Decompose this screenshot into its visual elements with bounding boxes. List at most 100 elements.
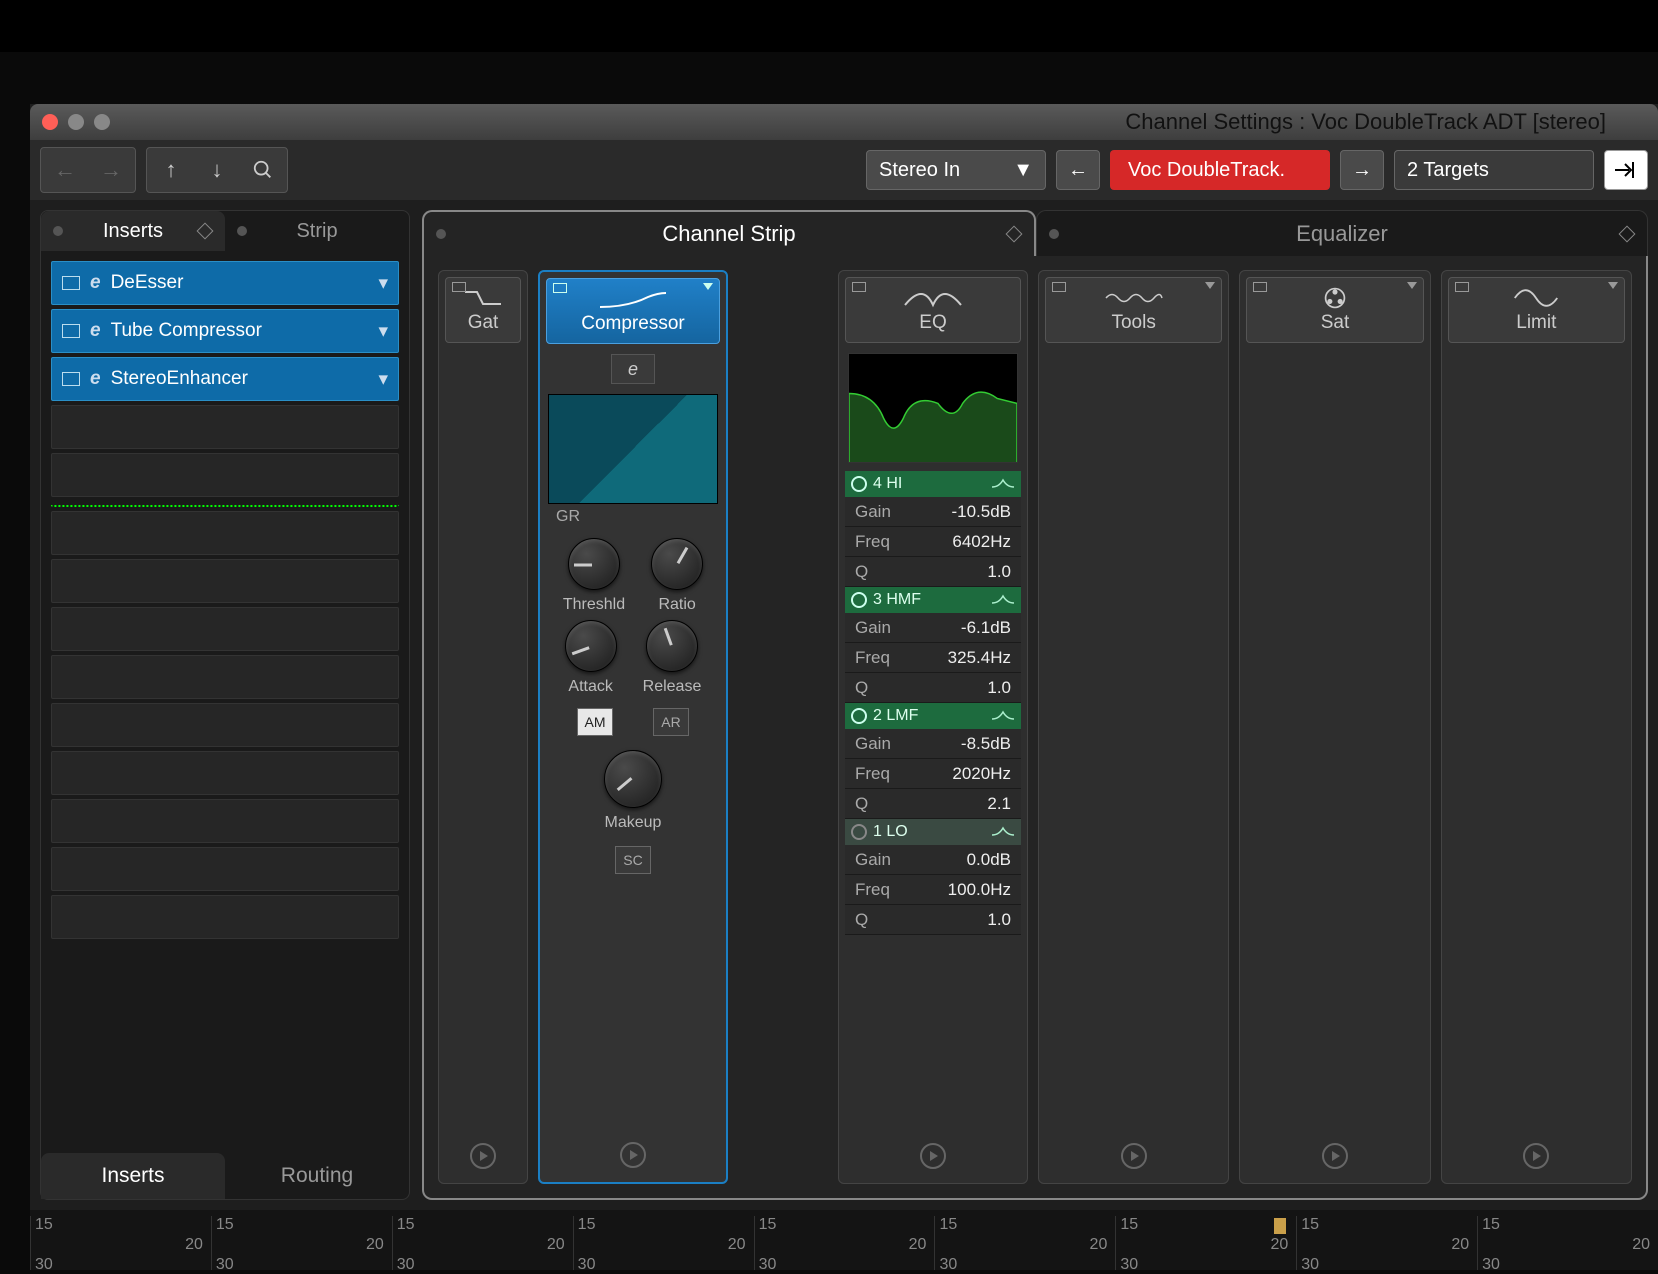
eq-band-1: 1 LO Gain0.0dB Freq100.0Hz Q1.0 bbox=[845, 819, 1021, 935]
ar-toggle[interactable]: AR bbox=[653, 708, 689, 736]
gain-reduction-display bbox=[548, 394, 718, 504]
makeup-knob[interactable] bbox=[604, 750, 662, 808]
play-icon[interactable] bbox=[470, 1143, 496, 1169]
threshold-knob[interactable] bbox=[568, 538, 620, 590]
power-icon[interactable] bbox=[851, 708, 867, 724]
bottom-tab-routing[interactable]: Routing bbox=[225, 1153, 409, 1199]
bottom-tab-inserts[interactable]: Inserts bbox=[41, 1153, 225, 1199]
bypass-icon[interactable] bbox=[62, 372, 80, 386]
release-knob[interactable] bbox=[646, 620, 698, 672]
bypass-icon[interactable] bbox=[62, 324, 80, 338]
eq-band-header[interactable]: 1 LO bbox=[845, 819, 1021, 845]
eq-gain-param[interactable]: Gain-8.5dB bbox=[845, 729, 1021, 759]
output-targets-select[interactable]: 2 Targets bbox=[1394, 150, 1594, 190]
insert-slot-empty[interactable] bbox=[51, 511, 399, 555]
chevron-down-icon[interactable]: ▾ bbox=[378, 272, 388, 295]
eq-q-param[interactable]: Q1.0 bbox=[845, 557, 1021, 587]
insert-slot-1[interactable]: e DeEsser ▾ bbox=[51, 261, 399, 305]
maximize-window-button[interactable] bbox=[94, 114, 110, 130]
edit-icon[interactable]: e bbox=[90, 272, 101, 294]
insert-slot-empty[interactable] bbox=[51, 655, 399, 699]
play-icon[interactable] bbox=[1121, 1143, 1147, 1169]
insert-slot-2[interactable]: e Tube Compressor ▾ bbox=[51, 309, 399, 353]
insert-slot-empty[interactable] bbox=[51, 405, 399, 449]
eq-freq-param[interactable]: Freq100.0Hz bbox=[845, 875, 1021, 905]
eq-q-param[interactable]: Q1.0 bbox=[845, 905, 1021, 935]
filter-shape-icon[interactable] bbox=[991, 825, 1015, 839]
compressor-header[interactable]: Compressor bbox=[546, 278, 720, 344]
move-up-button[interactable]: ↑ bbox=[149, 150, 193, 190]
output-chain-button[interactable] bbox=[1604, 150, 1648, 190]
eq-gain-param[interactable]: Gain-6.1dB bbox=[845, 613, 1021, 643]
eq-band-3: 3 HMF Gain-6.1dB Freq325.4Hz Q1.0 bbox=[845, 587, 1021, 703]
close-window-button[interactable] bbox=[42, 114, 58, 130]
nav-back-button[interactable]: ← bbox=[43, 150, 87, 190]
eq-freq-param[interactable]: Freq2020Hz bbox=[845, 759, 1021, 789]
search-button[interactable] bbox=[241, 150, 285, 190]
eq-header[interactable]: EQ bbox=[845, 277, 1021, 343]
insert-slot-empty[interactable] bbox=[51, 799, 399, 843]
module-tools[interactable]: Tools bbox=[1038, 270, 1229, 1184]
minimize-window-button[interactable] bbox=[68, 114, 84, 130]
play-icon[interactable] bbox=[920, 1143, 946, 1169]
input-go-button[interactable]: ← bbox=[1056, 150, 1100, 190]
gr-label: GR bbox=[556, 508, 580, 526]
eq-gain-param[interactable]: Gain0.0dB bbox=[845, 845, 1021, 875]
power-icon[interactable] bbox=[851, 592, 867, 608]
attack-knob[interactable] bbox=[565, 620, 617, 672]
timeline-ruler[interactable]: 152030 152030 152030 152030 152030 15203… bbox=[30, 1210, 1658, 1270]
power-icon[interactable] bbox=[851, 824, 867, 840]
chevron-down-icon[interactable]: ▾ bbox=[378, 320, 388, 343]
power-icon[interactable] bbox=[851, 476, 867, 492]
tab-equalizer[interactable]: Equalizer bbox=[1036, 210, 1648, 256]
insert-slot-3[interactable]: e StereoEnhancer ▾ bbox=[51, 357, 399, 401]
tab-inserts[interactable]: Inserts bbox=[41, 211, 225, 251]
insert-slot-empty[interactable] bbox=[51, 703, 399, 747]
eq-band-header[interactable]: 4 HI bbox=[845, 471, 1021, 497]
module-eq: EQ 4 HI Gain-10.5dB Freq6402Hz Q1.0 bbox=[838, 270, 1028, 1184]
eq-gain-param[interactable]: Gain-10.5dB bbox=[845, 497, 1021, 527]
sc-toggle[interactable]: SC bbox=[615, 846, 651, 874]
eq-q-param[interactable]: Q2.1 bbox=[845, 789, 1021, 819]
eq-curve-display[interactable] bbox=[848, 353, 1018, 463]
am-toggle[interactable]: AM bbox=[577, 708, 613, 736]
insert-slot-empty[interactable] bbox=[51, 895, 399, 939]
bypass-icon[interactable] bbox=[62, 276, 80, 290]
marker[interactable] bbox=[1274, 1218, 1286, 1234]
play-icon[interactable] bbox=[620, 1142, 646, 1168]
filter-shape-icon[interactable] bbox=[991, 709, 1015, 723]
nav-forward-button[interactable]: → bbox=[89, 150, 133, 190]
eq-q-param[interactable]: Q1.0 bbox=[845, 673, 1021, 703]
ratio-knob[interactable] bbox=[651, 538, 703, 590]
module-sat[interactable]: Sat bbox=[1239, 270, 1430, 1184]
eq-band-header[interactable]: 3 HMF bbox=[845, 587, 1021, 613]
track-name-field[interactable]: Voc DoubleTrack. bbox=[1110, 150, 1330, 190]
insert-slot-empty[interactable] bbox=[51, 607, 399, 651]
tab-strip[interactable]: Strip bbox=[225, 211, 409, 251]
window-title: Channel Settings : Voc DoubleTrack ADT [… bbox=[130, 109, 1646, 135]
output-go-button[interactable]: → bbox=[1340, 150, 1384, 190]
edit-icon[interactable]: e bbox=[90, 320, 101, 342]
move-down-button[interactable]: ↓ bbox=[195, 150, 239, 190]
play-icon[interactable] bbox=[1523, 1143, 1549, 1169]
insert-slot-empty[interactable] bbox=[51, 751, 399, 795]
input-routing-select[interactable]: Stereo In▼ bbox=[866, 150, 1046, 190]
tab-channel-strip[interactable]: Channel Strip bbox=[422, 210, 1036, 256]
insert-slot-empty[interactable] bbox=[51, 453, 399, 497]
eq-band-header[interactable]: 2 LMF bbox=[845, 703, 1021, 729]
module-gate[interactable]: Gat bbox=[438, 270, 528, 1184]
module-limit[interactable]: Limit bbox=[1441, 270, 1632, 1184]
window-titlebar: Channel Settings : Voc DoubleTrack ADT [… bbox=[30, 104, 1658, 140]
inserts-panel: Inserts Strip e DeEsser ▾ e Tube Compres… bbox=[40, 210, 410, 1200]
insert-slot-empty[interactable] bbox=[51, 559, 399, 603]
eq-band-2: 2 LMF Gain-8.5dB Freq2020Hz Q2.1 bbox=[845, 703, 1021, 819]
edit-icon[interactable]: e bbox=[90, 368, 101, 390]
filter-shape-icon[interactable] bbox=[991, 593, 1015, 607]
insert-slot-empty[interactable] bbox=[51, 847, 399, 891]
eq-freq-param[interactable]: Freq6402Hz bbox=[845, 527, 1021, 557]
chevron-down-icon[interactable]: ▾ bbox=[378, 368, 388, 391]
filter-shape-icon[interactable] bbox=[991, 477, 1015, 491]
compressor-edit-button[interactable]: e bbox=[611, 354, 655, 384]
play-icon[interactable] bbox=[1322, 1143, 1348, 1169]
eq-freq-param[interactable]: Freq325.4Hz bbox=[845, 643, 1021, 673]
